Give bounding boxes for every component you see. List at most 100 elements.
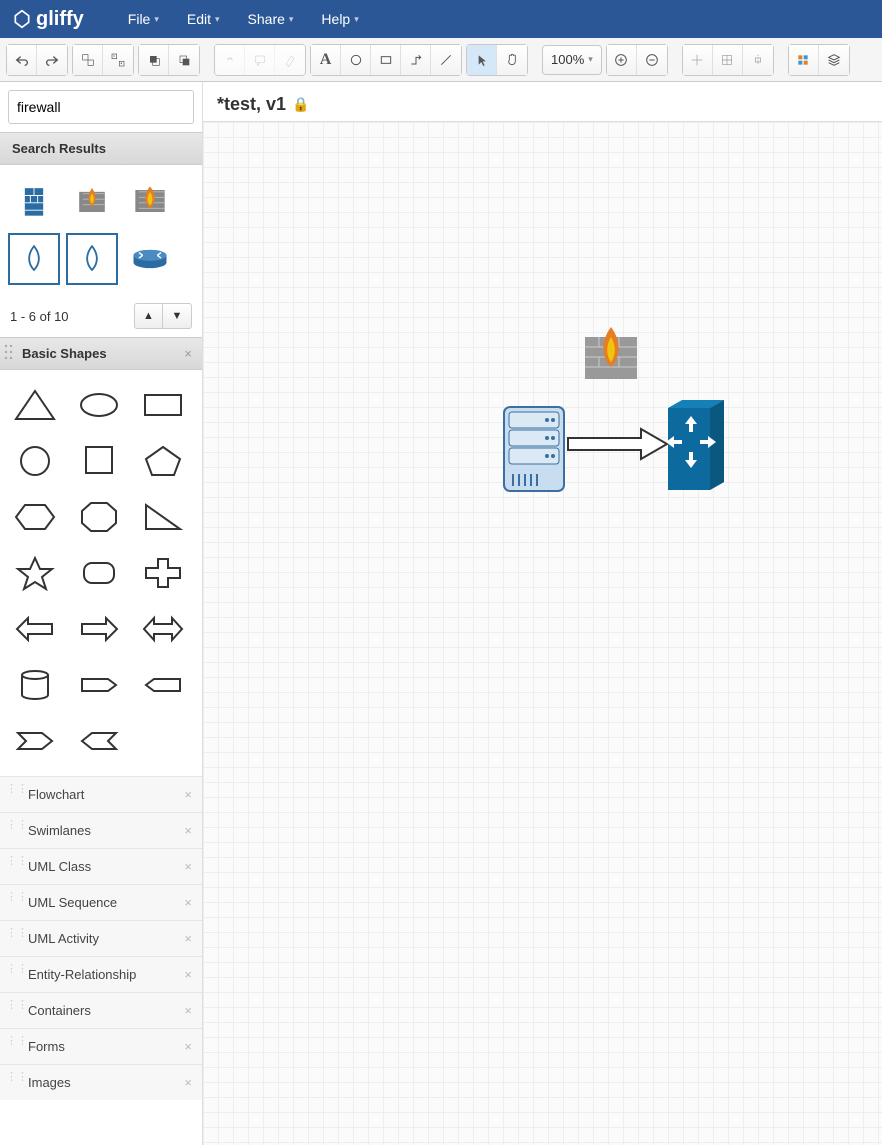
drag-handle-icon: ⋮⋮	[6, 786, 28, 793]
basic-shapes-header[interactable]: Basic Shapes ×	[0, 337, 202, 370]
zoom-in-button[interactable]	[607, 45, 637, 75]
snap-grid-button[interactable]	[683, 45, 713, 75]
ungroup-button[interactable]	[103, 45, 133, 75]
pointer-tool-button[interactable]	[467, 45, 497, 75]
canvas[interactable]	[203, 122, 882, 1145]
category-swimlanes[interactable]: ⋮⋮Swimlanes×	[0, 812, 202, 848]
search-results-header: Search Results	[0, 132, 202, 165]
canvas-arrow[interactable]	[563, 424, 673, 467]
close-icon[interactable]: ×	[184, 823, 192, 838]
undo-button[interactable]	[7, 45, 37, 75]
shape-star-icon[interactable]	[4, 546, 66, 600]
category-uml-class[interactable]: ⋮⋮UML Class×	[0, 848, 202, 884]
menu-edit[interactable]: Edit▾	[173, 11, 234, 27]
canvas-firewall[interactable]	[575, 319, 647, 394]
pager-text: 1 - 6 of 10	[10, 309, 69, 324]
result-firewall-outline1-icon[interactable]	[8, 233, 60, 285]
results-pager: 1 - 6 of 10 ▲ ▼	[0, 295, 202, 337]
category-containers[interactable]: ⋮⋮Containers ×	[0, 992, 202, 1028]
drag-handle-icon: ⋮⋮	[6, 930, 28, 937]
drag-handle-icon: ⋮⋮	[6, 1074, 28, 1081]
shape-right-triangle-icon[interactable]	[132, 490, 194, 544]
drag-handle-icon: ⋮⋮	[6, 894, 28, 901]
drag-handle-icon: ⋮⋮	[6, 1002, 28, 1009]
close-icon[interactable]: ×	[184, 931, 192, 946]
link-button	[215, 45, 245, 75]
connector-tool-button[interactable]	[401, 45, 431, 75]
shape-tag-left-icon[interactable]	[132, 658, 194, 712]
category-label: Entity-Relationship	[28, 967, 136, 982]
shape-square-icon[interactable]	[68, 434, 130, 488]
category-uml-sequence[interactable]: ⋮⋮UML Sequence×	[0, 884, 202, 920]
canvas-server-stack[interactable]	[499, 402, 569, 499]
group-button[interactable]	[73, 45, 103, 75]
shape-rounded-rect-icon[interactable]	[68, 546, 130, 600]
close-icon[interactable]: ×	[184, 346, 192, 361]
text-tool-button[interactable]: A	[311, 45, 341, 75]
line-tool-button[interactable]	[431, 45, 461, 75]
send-back-button[interactable]	[169, 45, 199, 75]
ellipse-tool-button[interactable]	[341, 45, 371, 75]
shape-tag-right-icon[interactable]	[68, 658, 130, 712]
category-label: Forms	[28, 1039, 65, 1054]
snap-guides-button[interactable]	[743, 45, 773, 75]
category-flowchart[interactable]: ⋮⋮Flowchart×	[0, 776, 202, 812]
pager-prev-button[interactable]: ▲	[135, 304, 163, 328]
shape-search-input[interactable]	[8, 90, 194, 124]
zoom-out-button[interactable]	[637, 45, 667, 75]
menu-file[interactable]: File▾	[114, 11, 173, 27]
category-label: Containers	[28, 1003, 91, 1018]
category-uml-activity[interactable]: ⋮⋮UML Activity ×	[0, 920, 202, 956]
document-title: *test, v1 🔒	[217, 94, 309, 115]
lock-icon: 🔒	[292, 96, 309, 113]
category-entity-relationship[interactable]: ⋮⋮Entity-Relationship×	[0, 956, 202, 992]
shape-ellipse-icon[interactable]	[68, 378, 130, 432]
redo-button[interactable]	[37, 45, 67, 75]
shape-triangle-icon[interactable]	[4, 378, 66, 432]
category-label: Images	[28, 1075, 71, 1090]
category-images[interactable]: ⋮⋮Images ×	[0, 1064, 202, 1100]
drag-handle-icon: ⋮⋮	[6, 822, 28, 829]
result-firewall-fire1-icon[interactable]	[66, 175, 118, 227]
shape-hexagon-icon[interactable]	[4, 490, 66, 544]
style-picker-button	[275, 45, 305, 75]
close-icon[interactable]: ×	[184, 859, 192, 874]
shape-cylinder-icon[interactable]	[4, 658, 66, 712]
shape-pentagon-icon[interactable]	[132, 434, 194, 488]
close-icon[interactable]: ×	[184, 1075, 192, 1090]
menu-share[interactable]: Share▾	[234, 11, 308, 27]
shape-arrow-both-icon[interactable]	[132, 602, 194, 656]
category-forms[interactable]: ⋮⋮Forms ×	[0, 1028, 202, 1064]
category-label: UML Class	[28, 859, 91, 874]
pager-next-button[interactable]: ▼	[163, 304, 191, 328]
pan-tool-button[interactable]	[497, 45, 527, 75]
close-icon[interactable]: ×	[184, 895, 192, 910]
themes-button[interactable]	[789, 45, 819, 75]
shape-octagon-icon[interactable]	[68, 490, 130, 544]
menu-help[interactable]: Help▾	[307, 11, 372, 27]
category-label: UML Activity	[28, 931, 99, 946]
close-icon[interactable]: ×	[184, 967, 192, 982]
shape-arrow-left-icon[interactable]	[4, 602, 66, 656]
canvas-router[interactable]	[658, 394, 734, 503]
result-firewall-outline2-icon[interactable]	[66, 233, 118, 285]
shape-chevron-right-icon[interactable]	[4, 714, 66, 768]
show-grid-button[interactable]	[713, 45, 743, 75]
close-icon[interactable]: ×	[184, 1003, 192, 1018]
zoom-dropdown[interactable]: 100%▾	[542, 45, 602, 75]
layers-button[interactable]	[819, 45, 849, 75]
shape-rectangle-icon[interactable]	[132, 378, 194, 432]
bring-front-button[interactable]	[139, 45, 169, 75]
rectangle-tool-button[interactable]	[371, 45, 401, 75]
close-icon[interactable]: ×	[184, 787, 192, 802]
shape-arrow-right-icon[interactable]	[68, 602, 130, 656]
result-router-disk-icon[interactable]	[124, 233, 176, 285]
basic-shapes-grid	[0, 370, 202, 776]
drag-handle-icon: ⋮⋮	[6, 1038, 28, 1045]
result-firewall-blue-icon[interactable]	[8, 175, 60, 227]
shape-chevron-left-icon[interactable]	[68, 714, 130, 768]
shape-circle-icon[interactable]	[4, 434, 66, 488]
close-icon[interactable]: ×	[184, 1039, 192, 1054]
result-firewall-fire2-icon[interactable]	[124, 175, 176, 227]
shape-plus-icon[interactable]	[132, 546, 194, 600]
